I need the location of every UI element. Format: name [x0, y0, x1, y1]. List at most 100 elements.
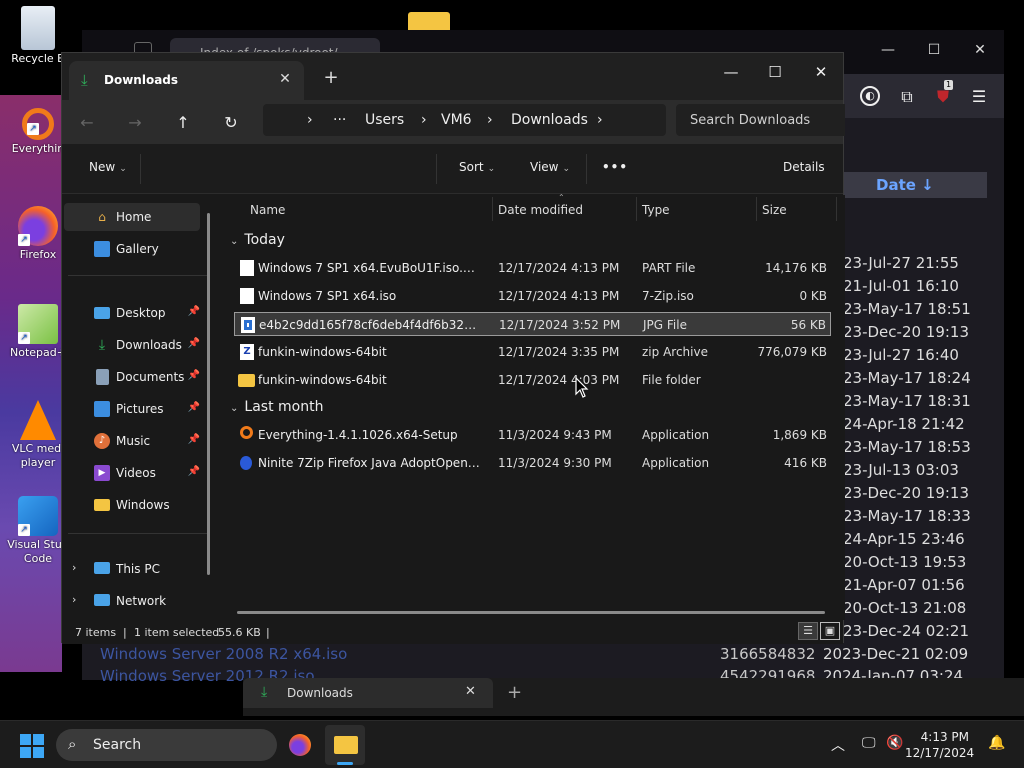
browser-vpn-icon[interactable]: ◐	[860, 86, 880, 106]
breadcrumb-downloads[interactable]: Downloads	[511, 112, 588, 128]
pin-icon[interactable]: 📌	[188, 338, 200, 349]
bg-file-size: 3166584832	[720, 645, 816, 663]
ublock-icon[interactable]: ⛊ 1	[932, 80, 954, 108]
new-button[interactable]: New ⌄	[89, 160, 127, 174]
column-separator[interactable]	[756, 197, 757, 221]
column-header-name[interactable]: Name	[250, 203, 285, 217]
chevron-down-icon: ⌄	[562, 164, 571, 174]
vlc-cone-icon	[20, 400, 56, 440]
close-tab-icon[interactable]: ✕	[276, 70, 294, 88]
desktop-folder-icon[interactable]	[408, 12, 450, 32]
search-input[interactable]	[676, 104, 845, 136]
browser-minimize-button[interactable]: —	[878, 42, 898, 62]
browser-close-button[interactable]: ✕	[970, 42, 990, 62]
nav-windows[interactable]: Windows	[64, 491, 200, 519]
bg-date-cell: 23-Dec-24 02:21	[843, 622, 970, 640]
nav-videos[interactable]: ▶ Videos 📌	[64, 459, 200, 487]
sort-button[interactable]: Sort ⌄	[459, 160, 495, 174]
taskbar-file-explorer[interactable]	[325, 725, 365, 765]
new-tab-button[interactable]: +	[507, 682, 522, 703]
details-view-button[interactable]: ☰	[798, 622, 818, 640]
active-app-indicator	[337, 762, 353, 765]
pin-icon[interactable]: 📌	[188, 466, 200, 477]
more-options-button[interactable]: •••	[602, 160, 628, 174]
browser-maximize-button[interactable]: ☐	[924, 42, 944, 62]
file-row-selected[interactable]: e4b2c9dd165f78cf6deb4f4df6b32b42 12/17/2…	[234, 312, 831, 336]
clock[interactable]: 4:13 PM 12/17/2024	[905, 729, 974, 761]
date-column-header[interactable]: Date ↓	[842, 172, 987, 198]
nav-scrollbar[interactable]	[207, 213, 210, 575]
tiles-view-button[interactable]: ▣	[820, 622, 840, 640]
chevron-right-icon[interactable]: ›	[72, 561, 76, 574]
forward-arrow-icon[interactable]: →	[122, 110, 148, 136]
maximize-button[interactable]: ☐	[752, 57, 798, 87]
folder-icon	[94, 499, 110, 511]
chevron-right-icon[interactable]: ›	[72, 593, 76, 606]
breadcrumb-users[interactable]: Users	[365, 112, 404, 128]
column-header-date[interactable]: Date modified	[498, 203, 583, 217]
volume-muted-icon[interactable]: 🔇	[886, 735, 903, 751]
details-button[interactable]: Details	[783, 160, 825, 174]
bg-date-cell: 21-Apr-07 01:56	[843, 576, 965, 594]
second-explorer-tab[interactable]: ⤓ Downloads ✕	[243, 678, 493, 708]
network-icon	[94, 594, 110, 606]
file-row[interactable]: Ninite 7Zip Firefox Java AdoptOpenJDK x.…	[234, 451, 831, 475]
nav-this-pc[interactable]: › This PC	[64, 555, 200, 583]
bg-date-cell: 23-May-17 18:51	[843, 300, 971, 318]
pin-icon[interactable]: 📌	[188, 402, 200, 413]
chevron-up-icon[interactable]: ︿	[831, 735, 845, 755]
breadcrumb-vm6[interactable]: VM6	[441, 112, 472, 128]
file-row[interactable]: Windows 7 SP1 x64.iso 12/17/2024 4:13 PM…	[234, 284, 831, 308]
breadcrumb-ellipsis[interactable]: ···	[333, 112, 346, 128]
column-separator[interactable]	[492, 197, 493, 221]
view-button[interactable]: View ⌄	[530, 160, 570, 174]
column-header-type[interactable]: Type	[642, 203, 670, 217]
nav-music[interactable]: ♪ Music 📌	[64, 427, 200, 455]
file-row[interactable]: Everything-1.4.1.1026.x64-Setup 11/3/202…	[234, 423, 831, 447]
bg-file-link[interactable]: Windows Server 2008 R2 x64.iso	[100, 645, 347, 663]
file-row[interactable]: Windows 7 SP1 x64.EvuBoU1F.iso.part 12/1…	[234, 256, 831, 280]
column-header-size[interactable]: Size	[762, 203, 787, 217]
bg-file-date: 2023-Dec-21 02:09	[823, 645, 969, 663]
nav-home[interactable]: ⌂ Home	[64, 203, 200, 231]
nav-downloads[interactable]: ⤓ Downloads 📌	[64, 331, 200, 359]
breadcrumb[interactable]: › ··· Users › VM6 › Downloads ›	[263, 104, 666, 136]
pin-icon[interactable]: 📌	[188, 370, 200, 381]
chevron-down-icon: ⌄	[230, 236, 239, 247]
minimize-button[interactable]: —	[708, 57, 754, 87]
pin-icon[interactable]: 📌	[188, 306, 200, 317]
notification-bell-icon[interactable]: 🔔	[988, 735, 1005, 751]
bg-date-cell: 23-May-17 18:53	[843, 438, 971, 456]
breadcrumb-chevron-icon: ›	[597, 112, 603, 128]
nav-pictures[interactable]: Pictures 📌	[64, 395, 200, 423]
start-button[interactable]	[20, 734, 44, 758]
taskbar-search[interactable]: ⌕ Search	[56, 729, 277, 761]
column-separator[interactable]	[636, 197, 637, 221]
taskbar-firefox[interactable]	[280, 725, 320, 765]
search-box[interactable]	[676, 104, 845, 136]
menu-hamburger-icon[interactable]: ☰	[968, 86, 990, 108]
back-arrow-icon[interactable]: ←	[74, 110, 100, 136]
address-bar: ← → ↑ ↻ › ··· Users › VM6 › Downloads ›	[62, 100, 845, 144]
close-tab-icon[interactable]: ✕	[465, 684, 476, 699]
file-row[interactable]: Z funkin-windows-64bit 12/17/2024 3:35 P…	[234, 340, 831, 364]
up-arrow-icon[interactable]: ↑	[170, 110, 196, 136]
shortcut-arrow-icon: ↗	[18, 332, 30, 344]
file-row[interactable]: funkin-windows-64bit 12/17/2024 4:03 PM …	[234, 368, 831, 392]
new-tab-button[interactable]: +	[320, 67, 342, 89]
group-header-last-month[interactable]: ⌄ Last month	[230, 399, 323, 415]
horizontal-scrollbar[interactable]	[237, 611, 825, 614]
column-separator[interactable]	[836, 197, 837, 221]
nav-gallery[interactable]: Gallery	[64, 235, 200, 263]
explorer-tab-downloads[interactable]: ⤓ Downloads ✕	[69, 61, 304, 100]
pin-icon[interactable]: 📌	[188, 434, 200, 445]
nav-documents[interactable]: Documents 📌	[64, 363, 200, 391]
close-button[interactable]: ✕	[798, 57, 844, 87]
nav-network[interactable]: › Network	[64, 587, 200, 615]
extensions-icon[interactable]: ⧉	[896, 86, 918, 108]
refresh-icon[interactable]: ↻	[218, 110, 244, 136]
nav-desktop[interactable]: Desktop 📌	[64, 299, 200, 327]
network-icon[interactable]: 🖵	[862, 735, 876, 751]
file-explorer-window[interactable]: ⤓ Downloads ✕ + — ☐ ✕ ← → ↑ ↻ › ··· User…	[61, 52, 845, 644]
group-header-today[interactable]: ⌄ Today	[230, 232, 285, 248]
